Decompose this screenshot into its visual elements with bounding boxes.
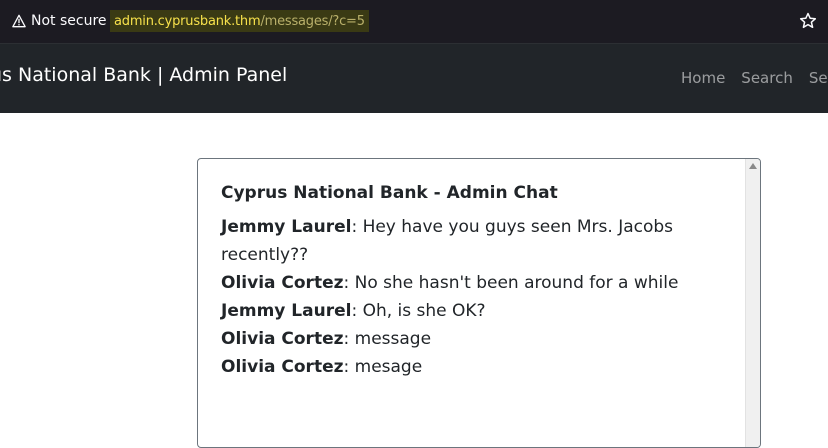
message-text: : message (343, 329, 432, 349)
security-label: Not secure (31, 13, 107, 29)
message-sender: Olivia Cortez (221, 357, 344, 377)
site-security-indicator[interactable]: Not secure (12, 11, 107, 31)
browser-url-bar: Not secure admin.cyprusbank.thm/messages… (0, 0, 828, 43)
message-sender: Jemmy Laurel (221, 301, 352, 321)
nav-link-search[interactable]: Search (741, 69, 793, 87)
chat-message: Olivia Cortez: No she hasn't been around… (221, 269, 731, 297)
chat-message: Olivia Cortez: message (221, 325, 731, 353)
bookmark-star-icon[interactable] (798, 11, 818, 31)
scroll-up-arrow-icon[interactable] (749, 163, 757, 169)
message-sender: Jemmy Laurel (221, 217, 352, 237)
chat-content: Cyprus National Bank - Admin Chat Jemmy … (221, 183, 731, 381)
nav-link-home[interactable]: Home (681, 69, 725, 87)
nav-links: Home Search Setti (681, 69, 828, 87)
site-navbar: us National Bank | Admin Panel Home Sear… (0, 43, 828, 113)
chat-title: Cyprus National Bank - Admin Chat (221, 183, 558, 203)
message-text: : Oh, is she OK? (351, 301, 486, 321)
warning-icon (12, 14, 26, 28)
url-host: admin.cyprusbank.thm (114, 13, 261, 29)
message-sender: Olivia Cortez (221, 329, 344, 349)
message-text: : mesage (343, 357, 423, 377)
chat-message: Olivia Cortez: mesage (221, 353, 731, 381)
message-sender: Olivia Cortez (221, 273, 344, 293)
url-path: /messages/?c=5 (260, 13, 365, 29)
chat-panel: Cyprus National Bank - Admin Chat Jemmy … (197, 158, 761, 448)
chat-scrollbar[interactable] (745, 159, 760, 447)
chat-message: Jemmy Laurel: Oh, is she OK? (221, 297, 731, 325)
address-field[interactable]: admin.cyprusbank.thm/messages/?c=5 (110, 10, 369, 32)
message-text: : No she hasn't been around for a while (343, 273, 679, 293)
chat-message: Jemmy Laurel: Hey have you guys seen Mrs… (221, 213, 731, 269)
navbar-brand[interactable]: us National Bank | Admin Panel (0, 64, 287, 86)
nav-link-settings[interactable]: Setti (809, 69, 828, 87)
